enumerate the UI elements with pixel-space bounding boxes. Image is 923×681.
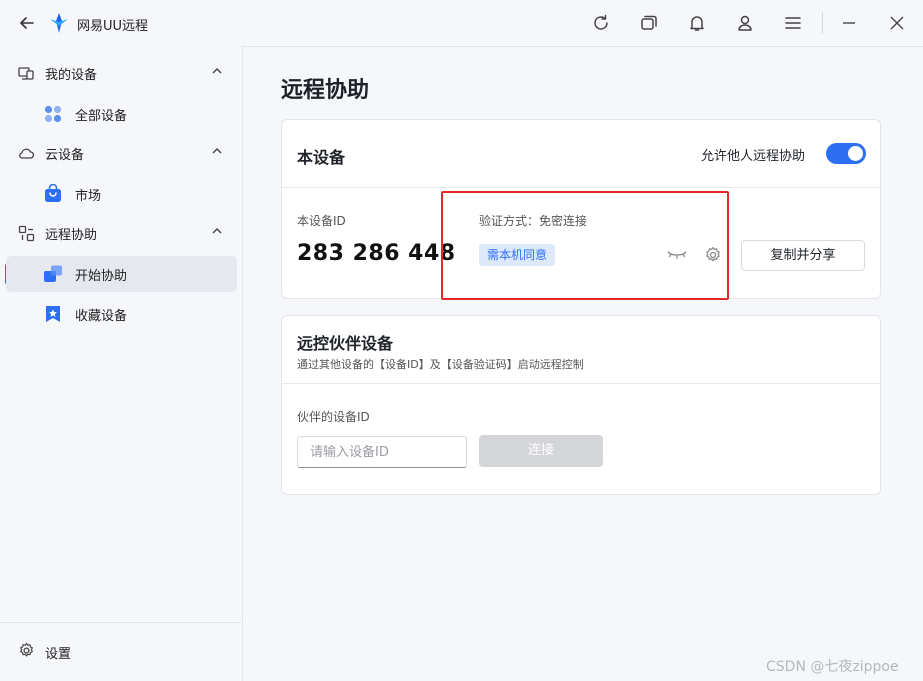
title-bar: 网易UU远程 xyxy=(0,0,923,46)
connect-button[interactable]: 连接 xyxy=(479,435,603,467)
copy-share-button[interactable]: 复制并分享 xyxy=(741,240,865,271)
sidebar-item-favorites[interactable]: 收藏设备 xyxy=(6,296,237,332)
this-device-card: 本设备 允许他人远程协助 本设备ID 283 286 448 验证方式：免密连接… xyxy=(281,119,881,299)
device-id-label: 本设备ID xyxy=(297,214,346,228)
page-title: 远程协助 xyxy=(281,78,370,103)
chevron-up-icon xyxy=(211,145,223,157)
gear-icon xyxy=(18,642,35,659)
windows-icon[interactable] xyxy=(638,12,660,34)
grid-dots-icon xyxy=(43,104,63,124)
device-id-value: 283 286 448 xyxy=(297,241,456,266)
devices-icon xyxy=(18,65,35,82)
allow-assist-label: 允许他人远程协助 xyxy=(701,149,806,164)
chevron-up-icon xyxy=(211,65,223,77)
menu-icon[interactable] xyxy=(782,12,804,34)
card-divider xyxy=(282,187,880,188)
settings-label: 设置 xyxy=(45,647,72,662)
cloud-icon xyxy=(18,145,35,162)
sidebar: 我的设备 全部设备 云设备 市场 远程协助 开始协助 收藏设备 设置 xyxy=(0,46,241,681)
start-assist-icon xyxy=(43,264,63,284)
user-icon[interactable] xyxy=(734,12,756,34)
sidebar-group-my-devices[interactable]: 我的设备 xyxy=(0,54,241,92)
allow-assist-toggle[interactable] xyxy=(826,143,866,164)
sidebar-group-label: 云设备 xyxy=(45,148,85,163)
partner-id-input[interactable] xyxy=(297,436,467,468)
this-device-title: 本设备 xyxy=(297,148,346,167)
partner-subtitle: 通过其他设备的【设备ID】及【设备验证码】启动远程控制 xyxy=(297,358,584,371)
close-icon[interactable] xyxy=(886,12,908,34)
bell-icon[interactable] xyxy=(686,12,708,34)
auth-settings-gear-icon[interactable] xyxy=(704,246,722,264)
remote-assist-icon xyxy=(18,225,35,242)
sidebar-group-cloud-devices[interactable]: 云设备 xyxy=(0,134,241,172)
partner-id-label: 伙伴的设备ID xyxy=(297,410,370,424)
eye-closed-icon[interactable] xyxy=(667,248,687,262)
sidebar-item-market[interactable]: 市场 xyxy=(6,176,237,212)
sidebar-item-label: 全部设备 xyxy=(75,109,128,124)
sidebar-item-label: 市场 xyxy=(75,189,102,204)
titlebar-divider xyxy=(822,12,823,34)
shopping-bag-icon xyxy=(43,183,63,204)
auth-status-badge: 需本机同意 xyxy=(479,244,556,266)
partner-title: 远控伙伴设备 xyxy=(297,334,394,353)
auth-method-label: 验证方式：免密连接 xyxy=(479,214,588,228)
chevron-up-icon xyxy=(211,225,223,237)
sidebar-group-remote-assist[interactable]: 远程协助 xyxy=(0,214,241,252)
sidebar-group-label: 远程协助 xyxy=(45,228,98,243)
sidebar-item-label: 收藏设备 xyxy=(75,309,128,324)
refresh-icon[interactable] xyxy=(590,12,612,34)
app-logo-icon xyxy=(50,13,68,33)
sidebar-group-label: 我的设备 xyxy=(45,68,98,83)
back-arrow-icon[interactable] xyxy=(16,12,38,34)
sidebar-item-all-devices[interactable]: 全部设备 xyxy=(6,96,237,132)
sidebar-item-settings[interactable]: 设置 xyxy=(0,633,241,669)
sidebar-divider xyxy=(0,622,241,623)
sidebar-item-label: 开始协助 xyxy=(75,269,128,284)
bookmark-star-icon xyxy=(43,304,63,324)
app-title: 网易UU远程 xyxy=(77,19,149,34)
partner-device-card: 远控伙伴设备 通过其他设备的【设备ID】及【设备验证码】启动远程控制 伙伴的设备… xyxy=(281,315,881,495)
sidebar-item-start-assist[interactable]: 开始协助 xyxy=(6,256,237,292)
minimize-icon[interactable] xyxy=(838,12,860,34)
watermark: CSDN @七夜zippoe xyxy=(766,659,899,675)
toggle-knob xyxy=(848,146,863,161)
card-divider xyxy=(282,383,880,384)
